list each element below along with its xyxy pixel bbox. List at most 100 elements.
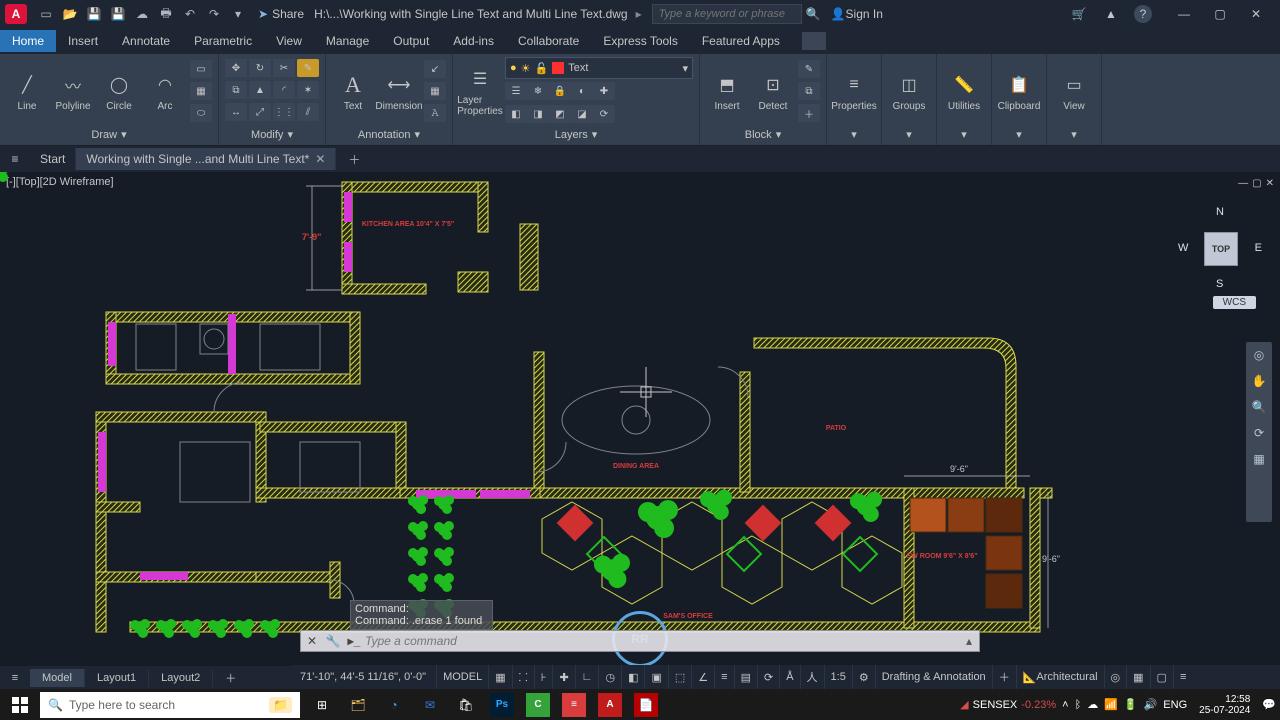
status-otrack-icon[interactable]: ∠ bbox=[691, 665, 714, 689]
close-doctab-icon[interactable]: ✕ bbox=[315, 152, 325, 166]
properties-button[interactable]: ≡Properties bbox=[833, 71, 875, 112]
layer-tool-icon[interactable]: ◩ bbox=[549, 105, 571, 123]
view-button[interactable]: ▭View bbox=[1053, 71, 1095, 112]
layout-tab-model[interactable]: Model bbox=[30, 669, 85, 687]
tab-view[interactable]: View bbox=[264, 30, 314, 52]
tray-expand-icon[interactable]: ˄ bbox=[1062, 699, 1068, 711]
tab-featuredapps[interactable]: Featured Apps bbox=[690, 30, 792, 52]
redo-icon[interactable]: ↷ bbox=[206, 6, 222, 22]
keyword-search-input[interactable] bbox=[652, 4, 802, 24]
utilities-button[interactable]: 📏Utilities bbox=[943, 71, 985, 112]
layer-tool-icon[interactable]: ❄ bbox=[527, 82, 549, 100]
status-clean-icon[interactable]: ▢ bbox=[1150, 665, 1173, 689]
array-icon[interactable]: ⋮⋮ bbox=[273, 103, 295, 121]
line-button[interactable]: ╱Line bbox=[6, 71, 48, 112]
tab-annotate[interactable]: Annotate bbox=[110, 30, 182, 52]
edge-icon[interactable]: ◔ bbox=[382, 693, 406, 717]
text-button[interactable]: AText bbox=[332, 71, 374, 112]
zoom-icon[interactable]: 🔍 bbox=[1252, 400, 1267, 414]
viewcube-s[interactable]: S bbox=[1216, 278, 1223, 290]
close-button[interactable]: ✕ bbox=[1238, 0, 1274, 28]
panel-layers-title[interactable]: Layers▾ bbox=[459, 126, 693, 145]
panel-block-title[interactable]: Block▾ bbox=[706, 126, 820, 145]
acrobat-icon[interactable]: 📄 bbox=[634, 693, 658, 717]
layer-tool-icon[interactable]: ◨ bbox=[527, 105, 549, 123]
autocad-icon[interactable]: A bbox=[598, 693, 622, 717]
tab-addins[interactable]: Add-ins bbox=[441, 30, 506, 52]
trim-icon[interactable]: ✂ bbox=[273, 59, 295, 77]
title-dropdown-icon[interactable]: ▸ bbox=[636, 7, 642, 21]
layer-tool-icon[interactable]: ☰ bbox=[505, 82, 527, 100]
maximize-button[interactable]: ▢ bbox=[1202, 0, 1238, 28]
status-isolate-icon[interactable]: ◎ bbox=[1104, 665, 1127, 689]
leader-icon[interactable]: ↙ bbox=[424, 60, 446, 78]
table-icon[interactable]: ▦ bbox=[424, 82, 446, 100]
app-a-icon[interactable]: ▲ bbox=[1102, 5, 1120, 23]
app-icon[interactable]: A bbox=[5, 4, 27, 24]
status-scale[interactable]: 1:5 bbox=[824, 665, 852, 689]
viewcube[interactable]: N S E W TOP bbox=[1178, 206, 1262, 290]
undo-icon[interactable]: ↶ bbox=[182, 6, 198, 22]
tab-collaborate[interactable]: Collaborate bbox=[506, 30, 591, 52]
saveweb-icon[interactable]: ☁ bbox=[134, 6, 150, 22]
minimize-button[interactable]: — bbox=[1166, 0, 1202, 28]
offset-icon[interactable]: ⫽ bbox=[297, 103, 319, 121]
mirror-icon[interactable]: ▲ bbox=[249, 81, 271, 99]
status-grid-icon[interactable]: ▦ bbox=[488, 665, 511, 689]
status-gear-icon[interactable]: ⚙ bbox=[852, 665, 875, 689]
new-icon[interactable]: ▭ bbox=[38, 6, 54, 22]
chevron-down-icon[interactable]: ▾ bbox=[1016, 128, 1022, 141]
chevron-down-icon[interactable]: ▾ bbox=[961, 128, 967, 141]
start-button[interactable] bbox=[0, 689, 40, 720]
status-iso-icon[interactable]: ◧ bbox=[621, 665, 644, 689]
notifications-icon[interactable]: 💬 bbox=[1262, 698, 1276, 711]
cart-icon[interactable]: 🛒 bbox=[1070, 5, 1088, 23]
layer-tool-icon[interactable]: 🔒 bbox=[549, 82, 571, 100]
tab-manage[interactable]: Manage bbox=[314, 30, 381, 52]
search-icon[interactable]: 🔍 bbox=[806, 7, 821, 21]
orbit-icon[interactable]: ⟳ bbox=[1254, 426, 1264, 440]
showmotion-icon[interactable]: ▦ bbox=[1253, 452, 1264, 466]
tab-extra-icon[interactable] bbox=[802, 32, 826, 50]
groups-button[interactable]: ◫Groups bbox=[888, 71, 930, 112]
photoshop-icon[interactable]: Ps bbox=[490, 693, 514, 717]
polyline-button[interactable]: 〰Polyline bbox=[52, 71, 94, 112]
status-model-button[interactable]: MODEL bbox=[436, 665, 488, 689]
panel-modify-title[interactable]: Modify▾ bbox=[225, 126, 319, 145]
layer-tool-icon[interactable]: ◪ bbox=[571, 105, 593, 123]
rectangle-icon[interactable]: ▭ bbox=[190, 60, 212, 78]
status-snap-icon[interactable]: ⸬ bbox=[512, 665, 534, 689]
tab-insert[interactable]: Insert bbox=[56, 30, 110, 52]
insert-button[interactable]: ⬒Insert bbox=[706, 71, 748, 112]
status-ortho-icon[interactable]: ∟ bbox=[575, 665, 599, 689]
block-create-icon[interactable]: ＋ bbox=[798, 104, 820, 122]
saveas-icon[interactable]: 💾 bbox=[110, 6, 126, 22]
taskbar-clock[interactable]: 12:58 25-07-2024 bbox=[1193, 694, 1256, 716]
pan-icon[interactable]: ✋ bbox=[1252, 374, 1267, 388]
menu-icon[interactable]: ≡ bbox=[0, 152, 30, 166]
wcs-badge[interactable]: WCS bbox=[1213, 296, 1256, 309]
mtext-icon[interactable]: 𝙰 bbox=[424, 104, 446, 122]
block-edit-icon[interactable]: ✎ bbox=[798, 60, 820, 78]
status-workspace[interactable]: Drafting & Annotation bbox=[875, 665, 992, 689]
onedrive-icon[interactable]: ☁ bbox=[1087, 698, 1098, 711]
doctab-start[interactable]: Start bbox=[30, 148, 76, 170]
status-3dosnap-icon[interactable]: ⬚ bbox=[668, 665, 691, 689]
store-icon[interactable]: 🛍 bbox=[454, 693, 478, 717]
copy-icon[interactable]: ⧉ bbox=[225, 81, 247, 99]
status-customize-icon[interactable]: ≡ bbox=[1173, 665, 1192, 689]
coreldraw-icon[interactable]: C bbox=[526, 693, 550, 717]
layout-tab-1[interactable]: Layout1 bbox=[85, 669, 149, 687]
share-icon[interactable]: ➤ bbox=[258, 7, 268, 21]
layer-properties-button[interactable]: ☰Layer Properties bbox=[459, 65, 501, 117]
arc-button[interactable]: ◠Arc bbox=[144, 71, 186, 112]
doctab-active[interactable]: Working with Single ...and Multi Line Te… bbox=[76, 148, 336, 170]
signin-label[interactable]: Sign In bbox=[846, 7, 883, 21]
status-annoscale-icon[interactable]: 人 bbox=[800, 665, 824, 689]
explorer-icon[interactable]: 🗂 bbox=[346, 693, 370, 717]
status-lwt-icon[interactable]: ≡ bbox=[714, 665, 733, 689]
tab-output[interactable]: Output bbox=[381, 30, 441, 52]
stretch-icon[interactable]: ↔ bbox=[225, 103, 247, 121]
layout-tab-2[interactable]: Layout2 bbox=[149, 669, 213, 687]
save-icon[interactable]: 💾 bbox=[86, 6, 102, 22]
